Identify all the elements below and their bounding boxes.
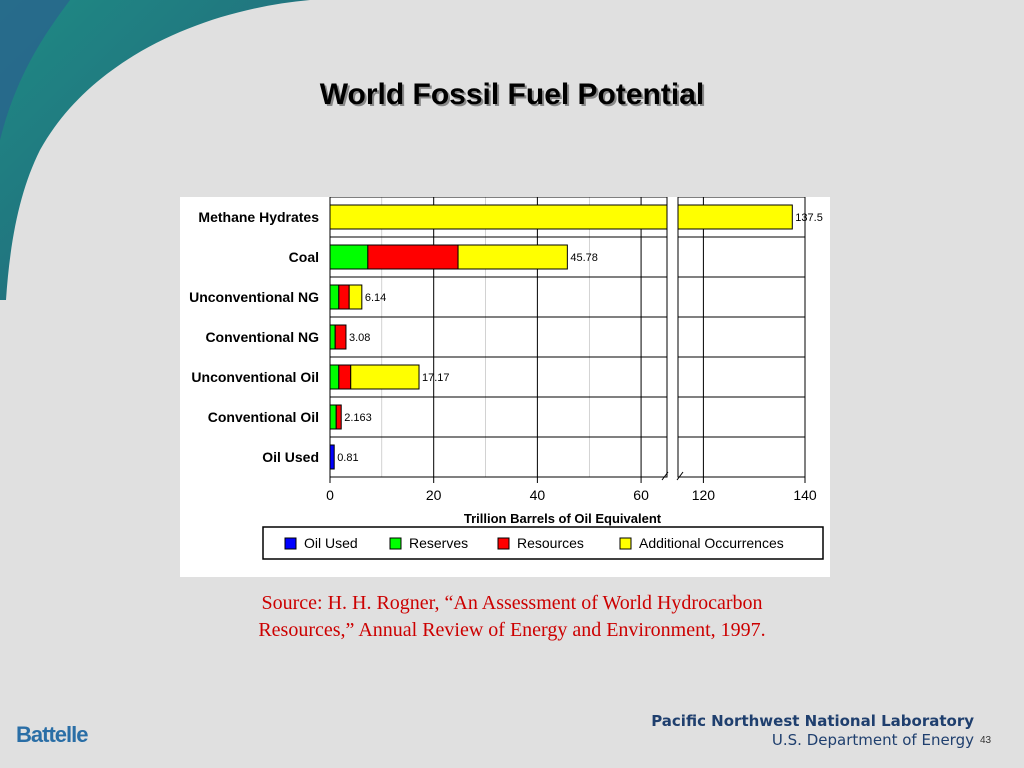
slide-title: World Fossil Fuel Potential [319,78,705,111]
battelle-logo: Battelle [16,722,88,747]
bar-segment [350,364,420,390]
legend-label: Oil Used [304,535,358,551]
legend-swatch [284,537,297,550]
source-line-2: Resources,” Annual Review of Energy and … [258,619,766,641]
chart-panel: 0 20 40 60 120 140 Trillion Barrels of Oil Equ… [180,197,830,577]
x-tick-label: 120 [692,487,716,503]
bar-segment [335,404,342,430]
bar-segment [338,364,352,390]
bar-segment [457,244,568,270]
x-tick-label: 20 [426,487,442,503]
bar-segment [348,284,363,310]
page-number: 43 [980,735,992,746]
x-tick-label: 0 [326,487,334,503]
category-label: Conventional Oil [208,409,319,425]
category-label: Unconventional Oil [191,369,319,385]
footer-dept: U.S. Department of Energy [771,731,974,749]
footer-org: Pacific Northwest National Laboratory [651,712,974,730]
bar-segment [329,444,335,470]
data-label: 2.163 [344,412,372,424]
bar-segment [677,204,793,230]
data-label: 137.5 [795,212,823,224]
bar-segment [329,244,369,270]
bar-segment [329,204,668,230]
category-label: Coal [289,249,319,265]
legend-swatch [619,537,632,550]
data-label: 17.17 [422,372,450,384]
legend-label: Additional Occurrences [639,535,784,551]
category-label: Conventional NG [205,329,319,345]
source-citation: Source: H. H. Rogner, “An Assessment of … [150,590,874,644]
bar-segment [329,284,340,310]
legend-swatch [389,537,402,550]
legend-label: Resources [517,535,584,551]
data-label: 45.78 [570,252,598,264]
data-label: 0.81 [337,452,358,464]
slide: World Fossil Fuel Potential 0 20 40 60 120 14… [0,0,1024,768]
chart: 0 20 40 60 120 140 Trillion Barrels of Oil Equ… [189,197,824,560]
plot-frame-right [677,197,806,478]
bar-segment [329,404,337,430]
bar-segment [338,284,350,310]
x-axis-label: Trillion Barrels of Oil Equivalent [464,511,662,526]
bar-segment [329,364,340,390]
x-tick-label: 40 [530,487,546,503]
category-label: Unconventional NG [189,289,319,305]
source-line-1: Source: H. H. Rogner, “An Assessment of … [261,592,763,614]
legend-label: Reserves [409,535,468,551]
legend-swatch [497,537,510,550]
bar-segment [334,324,347,350]
data-label: 3.08 [349,332,370,344]
data-label: 6.14 [365,292,386,304]
category-label: Oil Used [262,449,319,465]
x-tick-label: 140 [793,487,817,503]
x-tick-label: 60 [633,487,649,503]
bar-segment [367,244,459,270]
bar-segment [329,324,336,350]
plot-frame-left [329,197,668,478]
category-label: Methane Hydrates [198,209,319,225]
